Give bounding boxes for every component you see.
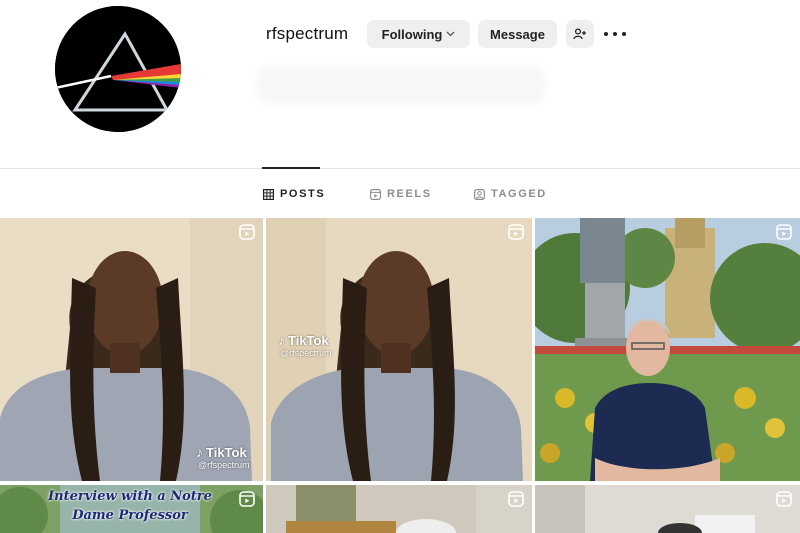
grid-icon [263,188,274,200]
tab-reels-label: REELS [387,188,432,200]
reel-icon [239,224,255,240]
message-button[interactable]: Message [478,20,557,48]
profile-username: rfspectrum [266,24,349,43]
reel-icon [239,491,255,507]
tab-reels[interactable]: REELS [370,187,432,201]
post-thumbnail [266,485,532,533]
tab-posts-label: POSTS [280,188,326,200]
post-thumbnail [535,485,800,533]
post-thumbnail [535,218,800,481]
tab-posts[interactable]: POSTS [263,187,325,201]
more-options-icon[interactable] [604,25,626,43]
post-thumbnail [0,218,263,481]
active-tab-indicator [262,167,320,169]
tab-tagged-label: TAGGED [491,188,547,200]
reels-icon [370,188,381,200]
message-label: Message [490,26,545,42]
post-tile[interactable]: ♪ TikTok @rfspectrum [266,218,532,481]
reel-icon [508,224,524,240]
reel-icon [776,224,792,240]
tiktok-label: TikTok [288,332,329,348]
tabs-divider [0,168,800,169]
suggested-accounts-button[interactable] [566,20,594,48]
tiktok-handle: @rfspectrum [198,460,250,470]
add-user-icon [573,28,586,40]
tiktok-icon: ♪ [278,332,285,348]
profile-avatar[interactable] [55,6,181,132]
post-tile[interactable]: Interview with a Notre Dame Professor [0,485,263,533]
reel-icon [776,491,792,507]
tiktok-watermark: ♪ TikTok @rfspectrum [196,444,250,470]
tab-tagged[interactable]: TAGGED [474,187,547,201]
chevron-down-icon [446,29,455,40]
post-tile[interactable] [266,485,532,533]
reel-icon [508,491,524,507]
prism-logo-icon [55,6,181,132]
tiktok-watermark: ♪ TikTok @rfspectrum [278,332,332,358]
blurred-bio [256,66,546,104]
instagram-profile-page: rfspectrum Following Message POSTS REELS… [0,0,800,533]
post-tile[interactable] [535,485,800,533]
post-caption-overlay: Interview with a Notre Dame Professor [48,489,212,523]
tiktok-icon: ♪ [196,444,203,460]
following-button[interactable]: Following [367,20,470,48]
following-label: Following [381,26,443,42]
tagged-icon [474,188,485,200]
tiktok-handle: @rfspectrum [280,348,332,358]
tiktok-label: TikTok [206,444,247,460]
post-tile[interactable]: ♪ TikTok @rfspectrum [0,218,263,481]
post-tile[interactable] [535,218,800,481]
